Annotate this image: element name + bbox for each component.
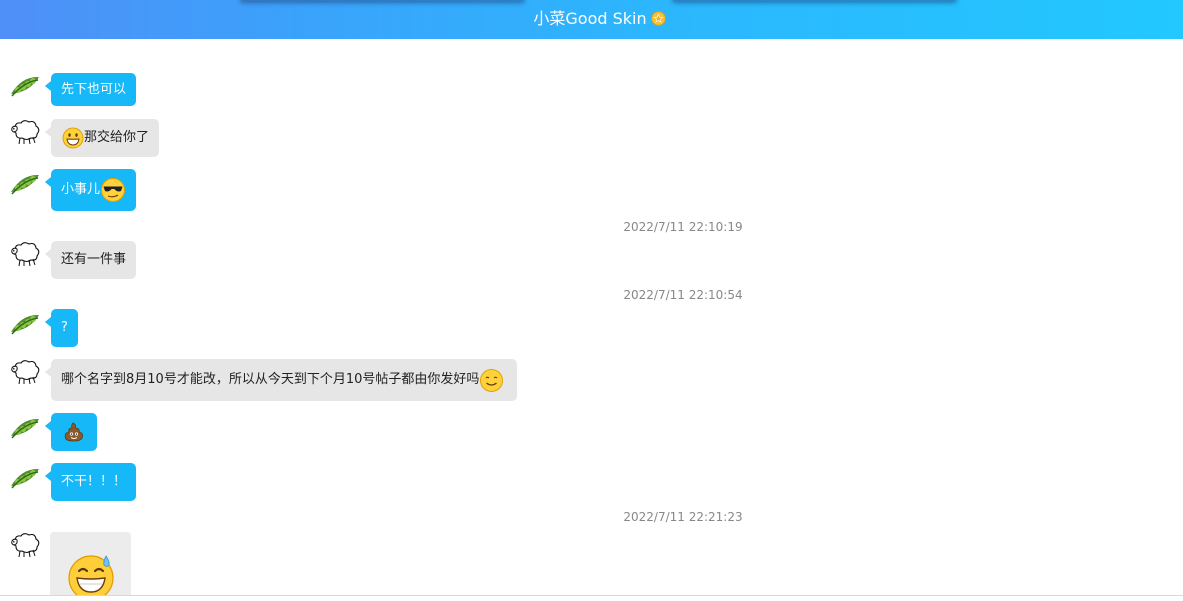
message-bubble-sent[interactable] [45,413,97,451]
message-bubble-sent[interactable]: 不干！！！ [44,463,137,501]
message-bubble-sent[interactable]: ? [45,309,78,347]
pea-pod-avatar[interactable] [10,465,40,491]
pea-pod-avatar[interactable] [10,73,40,99]
message-text: 先下也可以 [61,82,127,97]
message-bubble-received[interactable]: 还有一件事 [44,241,137,279]
message-text: 那交给你了 [84,130,150,145]
pile-of-poo-icon [64,422,83,442]
message-list[interactable]: 先下也可以 那交给你了 小事儿 2022/7/11 22:10:19 还有一件事… [0,39,1183,595]
message-text: 还有一件事 [61,252,127,267]
grinning-sweat-sticker [67,555,114,595]
cool-sunglasses-face-icon [101,178,126,202]
chat-title-row: 小菜Good Skin [0,9,1183,29]
chat-header: 小菜Good Skin [0,0,1183,39]
message-text: 小事儿 [61,182,101,197]
divider [0,595,1183,596]
header-tab-shadow [672,0,957,1]
message-text: 哪个名字到8月10号才能改，所以从今天到下个月10号帖子都由你发好吗 [61,372,480,387]
sheep-sketch-avatar[interactable] [10,359,40,385]
message-image-sticker[interactable] [50,532,131,595]
smiling-face-icon [480,368,504,392]
message-timestamp: 2022/7/11 22:10:54 [623,288,743,302]
pea-pod-avatar[interactable] [10,171,40,197]
pea-pod-avatar[interactable] [10,415,40,441]
pea-pod-avatar[interactable] [10,311,40,337]
message-bubble-received[interactable]: 哪个名字到8月10号才能改，所以从今天到下个月10号帖子都由你发好吗 [44,359,518,401]
header-tab-shadow [240,0,525,1]
sheep-sketch-avatar[interactable] [10,241,40,267]
message-text: ? [61,320,68,335]
message-text: 不干！！！ [61,474,127,489]
grinning-face-icon [62,127,84,149]
star-badge-icon [650,11,666,26]
message-bubble-sent[interactable]: 先下也可以 [44,73,137,106]
message-bubble-sent[interactable]: 小事儿 [44,169,137,211]
message-timestamp: 2022/7/11 22:21:23 [623,510,743,524]
message-bubble-received[interactable]: 那交给你了 [44,119,160,157]
sheep-sketch-avatar[interactable] [10,119,40,145]
chat-title[interactable]: 小菜Good Skin [533,9,646,28]
message-timestamp: 2022/7/11 22:10:19 [623,220,743,234]
sheep-sketch-avatar[interactable] [10,532,40,558]
